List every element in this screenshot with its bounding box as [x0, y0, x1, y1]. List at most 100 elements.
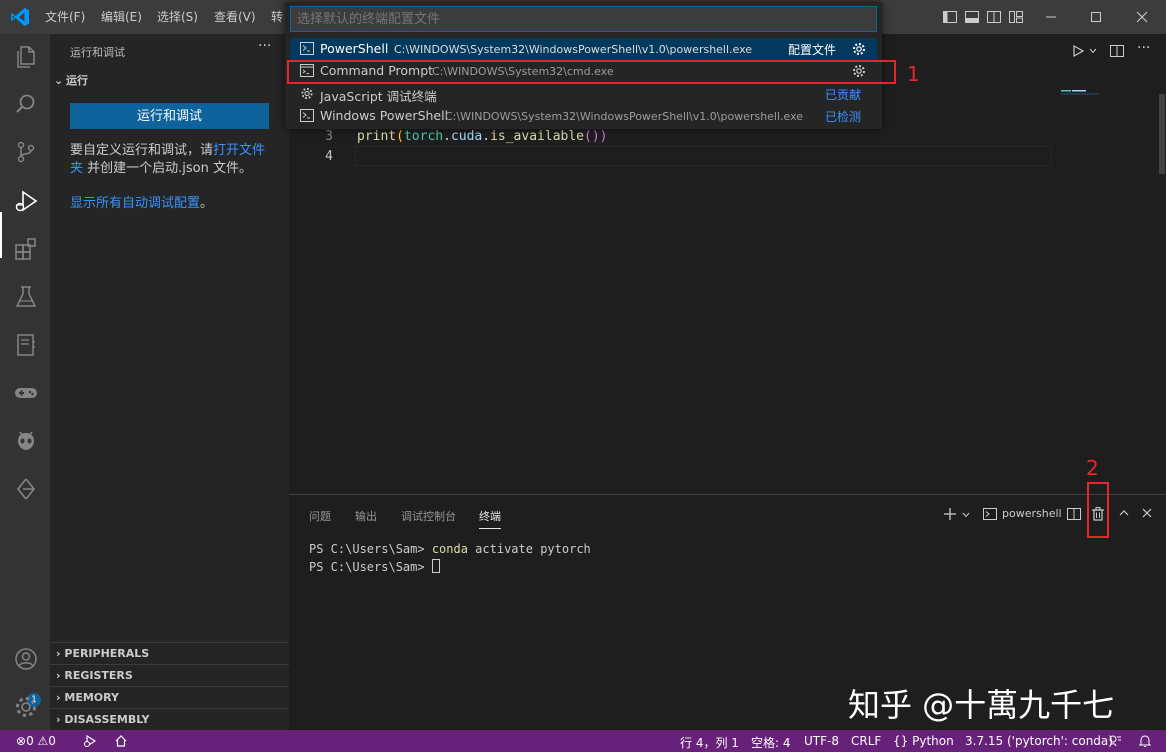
- menu-view[interactable]: 查看(V): [214, 8, 256, 25]
- quickpick-item-powershell[interactable]: PowerShell C:\WINDOWS\System32\WindowsPo…: [290, 38, 877, 60]
- code-token: is_available: [490, 129, 584, 144]
- end-of-line[interactable]: CRLF: [851, 734, 881, 748]
- indentation[interactable]: 空格: 4: [751, 734, 791, 751]
- code-token: cuda: [450, 129, 483, 144]
- section-disassembly[interactable]: › DISASSEMBLY: [50, 708, 289, 730]
- menu-file[interactable]: 文件(F): [45, 8, 85, 25]
- tab-terminal[interactable]: 终端: [479, 508, 501, 529]
- tab-output[interactable]: 输出: [355, 508, 377, 524]
- language-label: Python: [912, 734, 954, 748]
- new-terminal-plus-icon[interactable]: [943, 507, 957, 521]
- activity-bar: 1: [0, 34, 50, 730]
- quickpick-item-label: JavaScript 调试终端: [320, 89, 437, 104]
- section-label: MEMORY: [64, 691, 119, 704]
- minimize-icon[interactable]: [1044, 10, 1058, 24]
- split-editor-icon[interactable]: [1109, 43, 1125, 59]
- menu-go[interactable]: 转: [271, 8, 283, 25]
- quickpick-item-tag: 配置文件: [788, 43, 837, 57]
- terminal-powershell-icon: [983, 508, 997, 520]
- error-count: 0: [26, 734, 34, 748]
- chevron-right-icon: ›: [56, 713, 61, 726]
- notifications-bell-icon[interactable]: [1138, 734, 1152, 748]
- terminal-line[interactable]: PS C:\Users\Sam>: [309, 559, 440, 574]
- code-token: (: [396, 129, 404, 144]
- section-label: PERIPHERALS: [64, 647, 150, 660]
- editor-more-icon[interactable]: ···: [1137, 40, 1150, 56]
- run-file-icon[interactable]: [1071, 44, 1085, 58]
- tab-problems[interactable]: 问题: [309, 508, 331, 524]
- menu-selection[interactable]: 选择(S): [157, 8, 198, 25]
- maximize-icon[interactable]: [1089, 10, 1103, 24]
- accounts-icon[interactable]: [13, 646, 39, 672]
- quickpick-input[interactable]: [290, 6, 877, 32]
- section-registers[interactable]: › REGISTERS: [50, 664, 289, 686]
- maximize-panel-icon[interactable]: [1118, 507, 1130, 519]
- toggle-secondary-sidebar-icon[interactable]: [986, 9, 1002, 25]
- alien-extension-icon[interactable]: [13, 428, 39, 454]
- watermark: 知乎 @十萬九千七: [848, 686, 1115, 724]
- explorer-icon[interactable]: [13, 44, 39, 70]
- source-control-icon[interactable]: [13, 139, 39, 165]
- terminal-command: conda: [431, 542, 468, 556]
- minimap[interactable]: [1061, 90, 1101, 96]
- code-line[interactable]: print(torch.cuda.is_available()): [357, 129, 607, 144]
- warning-count: 0: [48, 734, 56, 748]
- menu-edit[interactable]: 编辑(E): [101, 8, 142, 25]
- status-bar: ⊗0 ⚠0 行 4，列 1 空格: 4 UTF-8 CRLF {} Python…: [0, 730, 1166, 752]
- code-token: ()): [584, 129, 608, 144]
- more-actions-icon[interactable]: ···: [258, 38, 271, 54]
- terminal-powershell-icon: [300, 109, 314, 122]
- home-icon[interactable]: [114, 734, 128, 748]
- close-panel-icon[interactable]: [1141, 507, 1153, 519]
- run-and-debug-button[interactable]: 运行和调试: [70, 103, 269, 129]
- terminal-name[interactable]: powershell: [1002, 507, 1062, 520]
- annotation-box-1: [287, 60, 896, 84]
- cursor-position[interactable]: 行 4，列 1: [680, 734, 739, 751]
- quickpick-item-js-debug-terminal[interactable]: JavaScript 调试终端 已贡献: [290, 83, 877, 105]
- terminal-args: activate pytorch: [467, 542, 591, 556]
- line-number: 4: [325, 149, 333, 164]
- toggle-panel-icon[interactable]: [964, 9, 980, 25]
- run-debug-icon[interactable]: [13, 188, 39, 214]
- section-memory[interactable]: › MEMORY: [50, 686, 289, 708]
- problems-status[interactable]: ⊗0 ⚠0: [16, 734, 56, 748]
- debug-status-icon[interactable]: [83, 734, 97, 748]
- chevron-down-icon[interactable]: [961, 510, 971, 520]
- quickpick-item-label: Windows PowerShell: [320, 108, 449, 123]
- settings-gear-icon[interactable]: [13, 694, 39, 720]
- python-interpreter[interactable]: 3.7.15 ('pytorch': conda): [965, 734, 1113, 748]
- current-line-highlight: [355, 146, 1052, 166]
- remote-explorer-icon[interactable]: [13, 476, 39, 502]
- chevron-right-icon: ›: [56, 647, 61, 660]
- testing-icon[interactable]: [13, 284, 39, 310]
- chevron-down-icon: ⌄: [54, 74, 64, 87]
- editor-scrollbar[interactable]: [1159, 94, 1165, 174]
- extensions-icon[interactable]: [13, 236, 39, 262]
- configure-gear-icon[interactable]: [852, 42, 866, 56]
- close-window-icon[interactable]: [1135, 10, 1149, 24]
- toggle-sidebar-icon[interactable]: [942, 9, 958, 25]
- quickpick-item-windows-powershell[interactable]: Windows PowerShell C:\WINDOWS\System32\W…: [290, 105, 877, 127]
- terminal-line[interactable]: PS C:\Users\Sam> conda activate pytorch: [309, 542, 591, 556]
- active-indicator: [0, 212, 2, 258]
- section-peripherals[interactable]: › PERIPHERALS: [50, 642, 289, 664]
- show-all-configs-link[interactable]: 显示所有自动调试配置: [70, 196, 200, 211]
- gamepad-icon[interactable]: [13, 380, 39, 406]
- desc-prefix: 要自定义运行和调试，请: [70, 143, 214, 158]
- chevron-right-icon: ›: [56, 669, 61, 682]
- quickpick-item-tag: 已检测: [825, 110, 862, 124]
- run-section-header[interactable]: ⌄ 运行: [54, 72, 88, 88]
- encoding[interactable]: UTF-8: [804, 734, 839, 748]
- search-icon[interactable]: [13, 91, 39, 117]
- notebook-icon[interactable]: [13, 332, 39, 358]
- quickpick-item-label: PowerShell: [320, 41, 389, 56]
- annotation-box-2: [1087, 482, 1109, 538]
- chevron-down-icon[interactable]: [1088, 46, 1098, 56]
- braces-icon: {}: [893, 734, 909, 748]
- split-terminal-icon[interactable]: [1066, 506, 1082, 522]
- tab-debug-console[interactable]: 调试控制台: [401, 508, 456, 524]
- feedback-icon[interactable]: [1108, 734, 1122, 748]
- language-mode[interactable]: {} Python: [893, 734, 954, 748]
- customize-layout-icon[interactable]: [1008, 9, 1024, 25]
- desc-suffix: 并创建一个启动.json 文件。: [83, 161, 252, 176]
